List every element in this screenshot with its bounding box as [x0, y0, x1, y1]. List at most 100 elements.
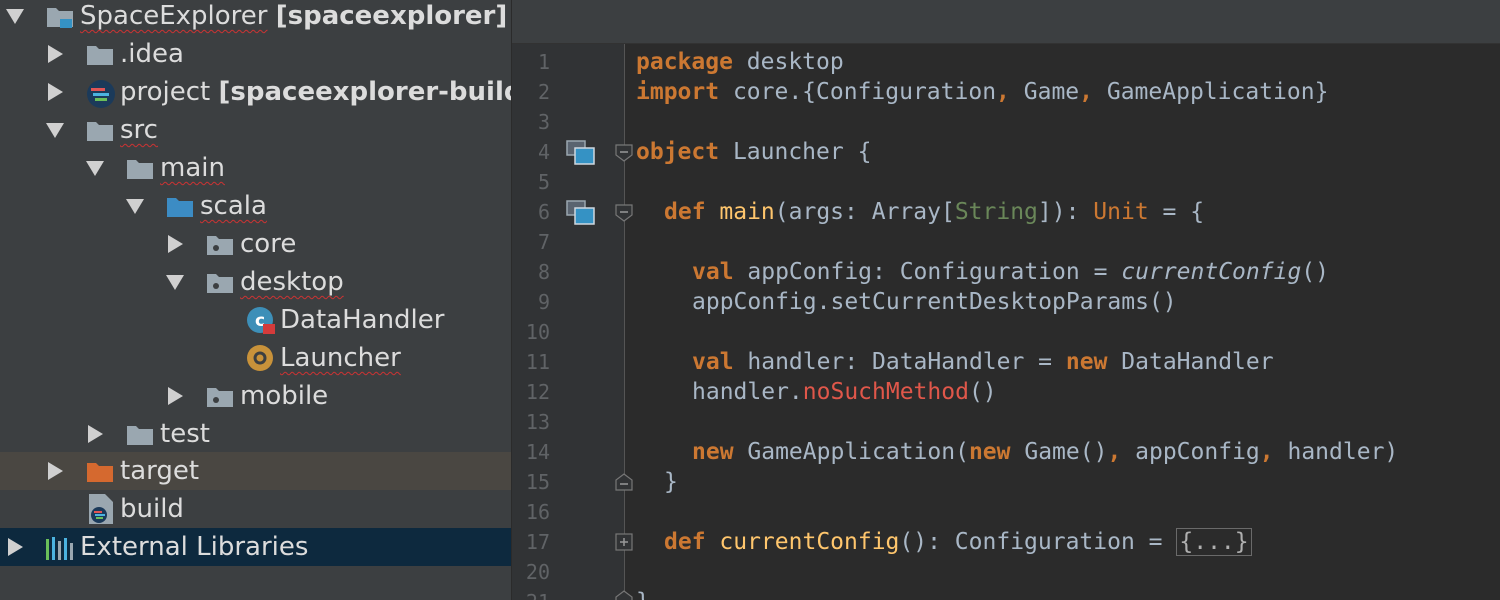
source-folder-icon	[167, 198, 193, 217]
tree-item-label: build	[120, 494, 184, 524]
folder-icon	[127, 160, 153, 179]
tree-item-build[interactable]: build	[0, 490, 511, 528]
tree-item-label: External Libraries	[80, 532, 309, 562]
tree-item-label: .idea	[120, 39, 184, 69]
line-number: 7	[537, 230, 550, 254]
tree-item-project[interactable]: project [spaceexplorer-build]	[0, 73, 511, 111]
tree-item-target[interactable]: target	[0, 452, 511, 490]
chevron-right-icon[interactable]	[168, 235, 183, 253]
expand-icon[interactable]	[615, 533, 633, 551]
package-icon	[207, 388, 233, 407]
tree-item-label: DataHandler	[280, 305, 445, 335]
tree-item-label: src	[120, 115, 158, 145]
line-number: 10	[525, 320, 550, 344]
fold-icon[interactable]	[615, 144, 633, 162]
line-number: 15	[525, 470, 550, 494]
tree-item-src[interactable]: src	[0, 111, 511, 149]
folder-icon	[87, 46, 113, 65]
code-line[interactable]: appConfig.setCurrentDesktopParams()	[692, 287, 1177, 317]
tree-item-datahandler[interactable]: c DataHandler	[0, 301, 511, 339]
tree-item-label: test	[160, 419, 210, 449]
class-icon: c	[247, 307, 275, 334]
tree-item-main[interactable]: main	[0, 149, 511, 187]
chevron-down-icon[interactable]	[46, 123, 64, 138]
tree-item-label: core	[240, 229, 297, 259]
folder-icon	[87, 122, 113, 141]
excluded-folder-icon	[87, 463, 113, 482]
tree-item-core[interactable]: core	[0, 225, 511, 263]
fold-end-icon[interactable]	[615, 590, 633, 600]
code-line[interactable]: handler.noSuchMethod()	[692, 377, 997, 407]
line-number: 9	[537, 290, 550, 314]
chevron-down-icon[interactable]	[86, 161, 104, 176]
tree-item-scala[interactable]: scala	[0, 187, 511, 225]
chevron-right-icon[interactable]	[8, 538, 23, 556]
folded-region[interactable]: {...}	[1176, 528, 1252, 556]
line-number: 13	[525, 410, 550, 434]
tree-item-desktop[interactable]: desktop	[0, 263, 511, 301]
fold-guide	[624, 44, 625, 600]
code-line[interactable]: object Launcher {	[636, 137, 871, 167]
tree-item-label: Launcher	[280, 343, 401, 373]
chevron-down-icon[interactable]	[6, 9, 24, 24]
line-number: 17	[525, 530, 550, 554]
fold-end-icon[interactable]	[615, 473, 633, 491]
line-number: 16	[525, 500, 550, 524]
tree-item-external-libraries[interactable]: External Libraries	[0, 528, 511, 566]
code-line[interactable]: new GameApplication(new Game(), appConfi…	[692, 437, 1398, 467]
package-icon	[207, 236, 233, 255]
line-number: 21	[512, 587, 550, 600]
chevron-right-icon[interactable]	[88, 425, 103, 443]
code-line[interactable]: }	[636, 587, 650, 600]
line-number: 1	[537, 50, 550, 74]
code-line[interactable]: val appConfig: Configuration = currentCo…	[692, 257, 1329, 287]
chevron-down-icon[interactable]	[126, 199, 144, 214]
tree-item-root[interactable]: SpaceExplorer [spaceexplorer] ~/	[0, 0, 511, 35]
chevron-right-icon[interactable]	[168, 387, 183, 405]
code-line[interactable]: def currentConfig(): Configuration = {..…	[664, 527, 1252, 557]
module-folder-icon	[47, 8, 73, 28]
tree-item-label: main	[160, 153, 225, 183]
fold-icon[interactable]	[615, 204, 633, 222]
tree-item-label: scala	[200, 191, 267, 221]
package-icon	[207, 274, 233, 293]
line-number: 2	[537, 80, 550, 104]
tree-item-label: desktop	[240, 267, 344, 297]
tree-item-launcher[interactable]: Launcher	[0, 339, 511, 377]
chevron-down-icon[interactable]	[166, 275, 184, 290]
libraries-icon	[46, 537, 73, 560]
code-line[interactable]: }	[664, 467, 678, 497]
folder-icon	[127, 426, 153, 445]
tree-item-label: mobile	[240, 381, 329, 411]
tree-item-idea[interactable]: .idea	[0, 35, 511, 73]
tree-item-test[interactable]: test	[0, 415, 511, 453]
editor-tab-bar	[512, 0, 1500, 44]
implemented-icon[interactable]	[566, 200, 596, 226]
object-icon	[247, 345, 273, 371]
code-line[interactable]: def main(args: Array[String]): Unit = {	[664, 197, 1204, 227]
line-number: 12	[525, 380, 550, 404]
tree-item-label: target	[120, 456, 200, 486]
tree-item-mobile[interactable]: mobile	[0, 377, 511, 415]
project-tree: SpaceExplorer [spaceexplorer] ~/ .idea p…	[0, 0, 511, 600]
line-number: 14	[525, 440, 550, 464]
code-editor[interactable]: 1 2 3 4 5 6 7 8 9 10 11 12 13 14 15 16 1…	[512, 0, 1500, 600]
line-number: 3	[537, 110, 550, 134]
chevron-right-icon[interactable]	[48, 83, 63, 101]
tree-item-label: SpaceExplorer [spaceexplorer] ~/	[80, 1, 508, 31]
line-number: 8	[537, 260, 550, 284]
code-line[interactable]: package desktop	[636, 47, 844, 77]
tree-item-label: project [spaceexplorer-build]	[120, 77, 511, 107]
line-number: 6	[537, 200, 550, 224]
line-number: 11	[525, 350, 550, 374]
line-number: 5	[537, 170, 550, 194]
code-line[interactable]: import core.{Configuration, Game, GameAp…	[636, 77, 1328, 107]
chevron-right-icon[interactable]	[48, 462, 63, 480]
chevron-right-icon[interactable]	[48, 45, 63, 63]
implemented-icon[interactable]	[566, 140, 596, 166]
line-number: 4	[537, 140, 550, 164]
build-file-icon	[89, 494, 113, 524]
sbt-project-icon	[87, 80, 115, 108]
line-number: 20	[525, 560, 550, 584]
code-line[interactable]: val handler: DataHandler = new DataHandl…	[692, 347, 1274, 377]
